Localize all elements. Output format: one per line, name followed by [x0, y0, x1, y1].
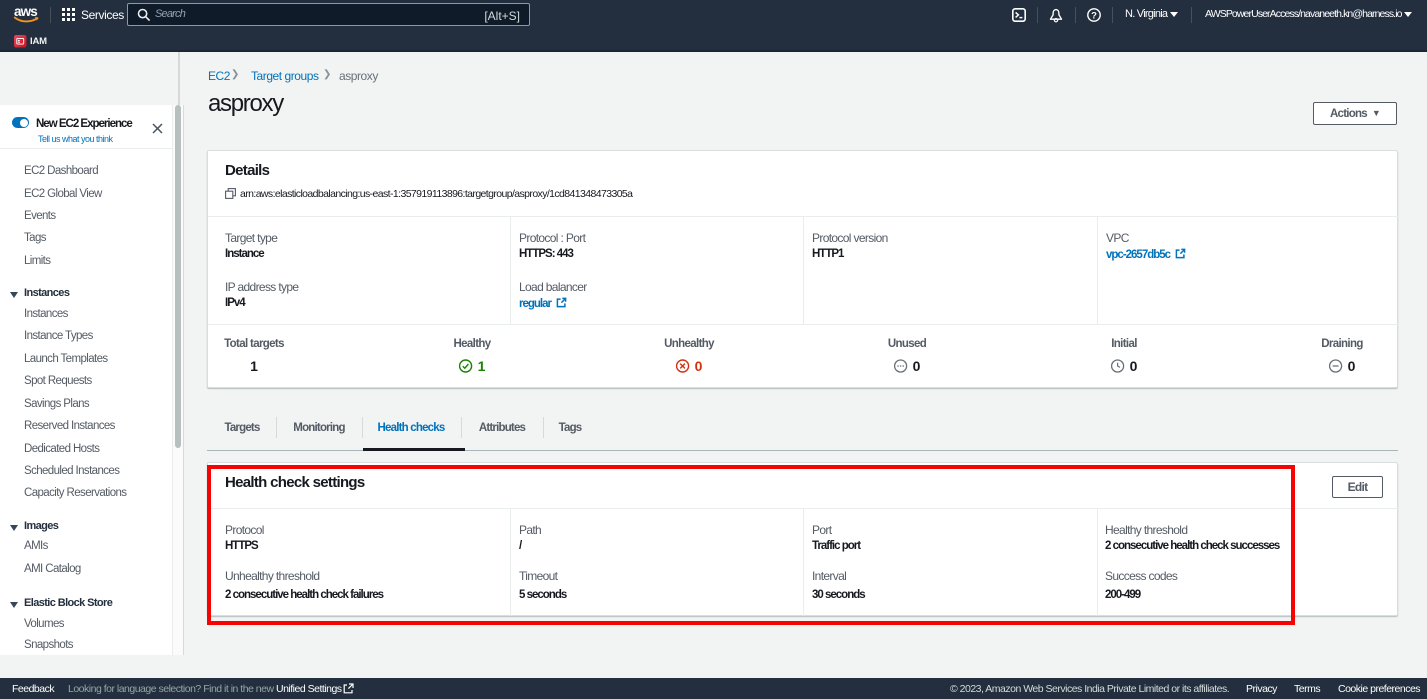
svg-text:aws: aws — [14, 5, 37, 19]
svg-text:?: ? — [1091, 10, 1097, 21]
